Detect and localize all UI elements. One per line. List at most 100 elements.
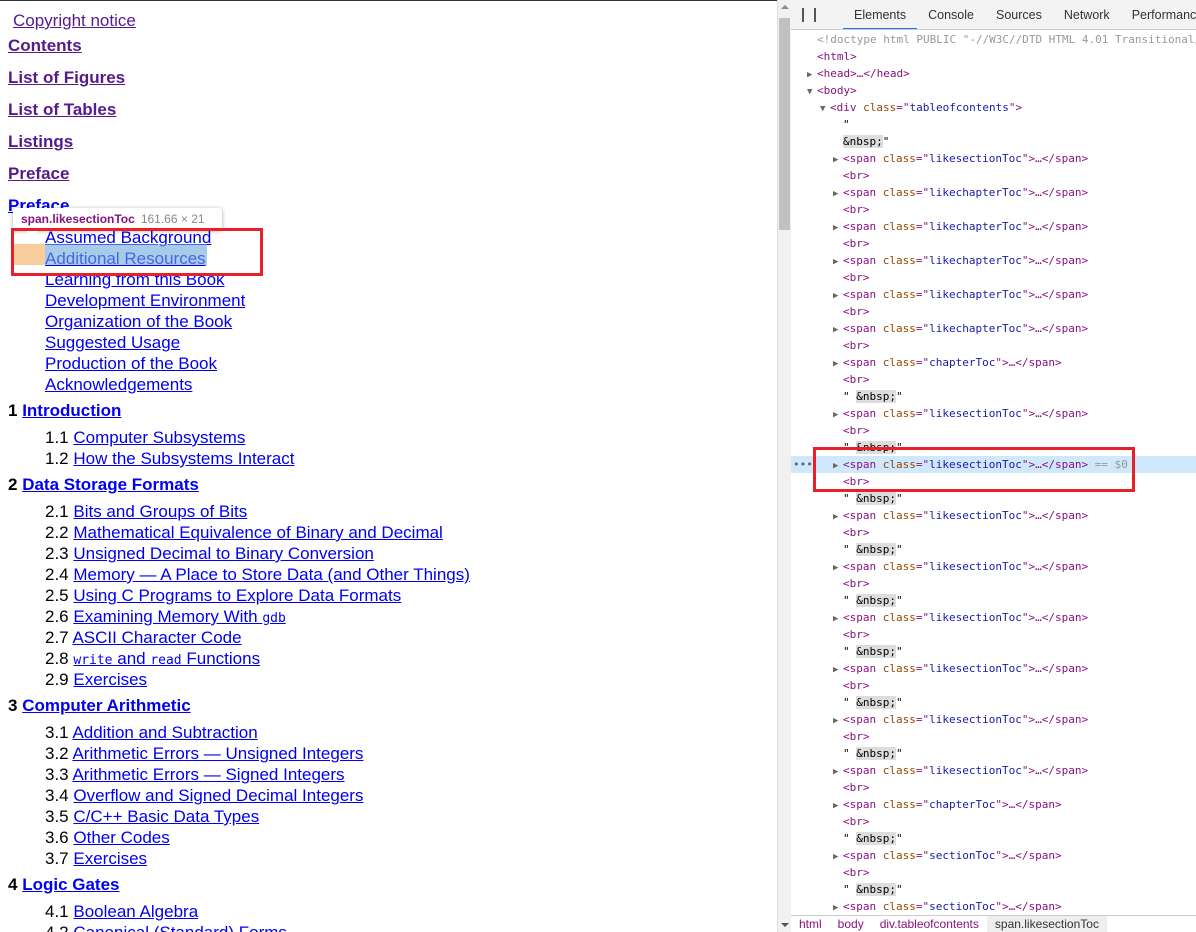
- dom-node[interactable]: ▶ <head>…</head>: [791, 65, 1196, 82]
- dom-node[interactable]: " &nbsp;": [791, 643, 1196, 660]
- toc-section-link[interactable]: C/C++ Basic Data Types: [73, 807, 259, 826]
- dom-node[interactable]: ▶ <span class="chapterToc">…</span>: [791, 354, 1196, 371]
- dom-node[interactable]: <br>: [791, 167, 1196, 184]
- dom-node[interactable]: " &nbsp;": [791, 388, 1196, 405]
- toc-section-link[interactable]: Canonical (Standard) Forms: [73, 923, 287, 932]
- scroll-up-icon[interactable]: [781, 5, 789, 9]
- collapse-triangle-icon[interactable]: ▶: [833, 900, 843, 915]
- toc-section-link[interactable]: Production of the Book: [45, 354, 217, 373]
- tab-sources[interactable]: Sources: [985, 0, 1053, 29]
- toc-section-link[interactable]: Suggested Usage: [45, 333, 180, 352]
- dom-node[interactable]: ▼ <body>: [791, 82, 1196, 99]
- page-scrollbar[interactable]: [777, 0, 791, 932]
- dom-node[interactable]: " &nbsp;": [791, 745, 1196, 762]
- dom-node[interactable]: <br>: [791, 813, 1196, 830]
- toc-link[interactable]: List of Tables: [8, 100, 116, 119]
- dom-node[interactable]: <br>: [791, 337, 1196, 354]
- dom-node[interactable]: ▶ <span class="likesectionToc">…</span>: [791, 558, 1196, 575]
- dom-node[interactable]: <br>: [791, 728, 1196, 745]
- tab-performance[interactable]: Performance: [1121, 0, 1196, 29]
- dom-node[interactable]: <br>: [791, 626, 1196, 643]
- dom-node[interactable]: <br>: [791, 524, 1196, 541]
- dom-node[interactable]: <br>: [791, 235, 1196, 252]
- dom-node[interactable]: <br>: [791, 779, 1196, 796]
- toc-section-link[interactable]: Overflow and Signed Decimal Integers: [73, 786, 363, 805]
- device-toolbar-icon[interactable]: [814, 7, 816, 22]
- toc-section-link[interactable]: Unsigned Decimal to Binary Conversion: [73, 544, 373, 563]
- toc-section-link[interactable]: Development Environment: [45, 291, 245, 310]
- toc-section-link[interactable]: How the Subsystems Interact: [73, 449, 294, 468]
- toc-section-link[interactable]: Using C Programs to Explore Data Formats: [73, 586, 401, 605]
- breadcrumb-item[interactable]: html: [791, 916, 830, 932]
- chapter-link[interactable]: Introduction: [22, 401, 121, 420]
- dom-node[interactable]: ▶ <span class="likesectionToc">…</span>: [791, 660, 1196, 677]
- toc-section-link[interactable]: Other Codes: [73, 828, 169, 847]
- toc-section-link[interactable]: Examining Memory With gdb: [73, 607, 285, 626]
- toc-link[interactable]: Listings: [8, 132, 73, 151]
- toc-section-link[interactable]: Acknowledgements: [45, 375, 192, 394]
- toc-section-link[interactable]: Arithmetic Errors — Unsigned Integers: [72, 744, 363, 763]
- dom-node[interactable]: ▶ <span class="sectionToc">…</span>: [791, 898, 1196, 915]
- toc-section-link[interactable]: Addition and Subtraction: [72, 723, 257, 742]
- dom-node[interactable]: " &nbsp;": [791, 592, 1196, 609]
- toc-section-link[interactable]: Exercises: [73, 670, 147, 689]
- copyright-link[interactable]: Copyright notice: [13, 11, 136, 30]
- breadcrumb-item[interactable]: div.tableofcontents: [872, 916, 987, 932]
- toc-section-link[interactable]: Computer Subsystems: [73, 428, 245, 447]
- toc-section-link[interactable]: ASCII Character Code: [72, 628, 241, 647]
- toc-section-link[interactable]: Exercises: [73, 849, 147, 868]
- inspect-element-icon[interactable]: [802, 7, 804, 22]
- dom-node[interactable]: <br>: [791, 677, 1196, 694]
- dom-node[interactable]: <br>: [791, 864, 1196, 881]
- toc-section-link[interactable]: Arithmetic Errors — Signed Integers: [72, 765, 344, 784]
- chapter-link[interactable]: Data Storage Formats: [22, 475, 199, 494]
- toc-link[interactable]: Contents: [8, 36, 82, 55]
- dom-node[interactable]: ▶ <span class="likechapterToc">…</span>: [791, 320, 1196, 337]
- toc-section-link[interactable]: Memory — A Place to Store Data (and Othe…: [73, 565, 470, 584]
- scroll-down-icon[interactable]: [781, 923, 789, 927]
- breadcrumb-item[interactable]: body: [830, 916, 872, 932]
- breadcrumb-item[interactable]: span.likesectionToc: [986, 916, 1107, 932]
- dom-node[interactable]: ▶ <span class="likesectionToc">…</span>: [791, 711, 1196, 728]
- dom-node[interactable]: " &nbsp;": [791, 881, 1196, 898]
- dom-node[interactable]: " &nbsp;": [791, 490, 1196, 507]
- tab-network[interactable]: Network: [1053, 0, 1121, 29]
- tab-elements[interactable]: Elements: [843, 0, 918, 29]
- dom-node[interactable]: " &nbsp;": [791, 830, 1196, 847]
- dom-node[interactable]: &nbsp;": [791, 133, 1196, 150]
- dom-node[interactable]: <br>: [791, 371, 1196, 388]
- dom-node[interactable]: ▶ <span class="likechapterToc">…</span>: [791, 252, 1196, 269]
- dom-node[interactable]: ▶ <span class="likesectionToc">…</span>: [791, 507, 1196, 524]
- dom-node[interactable]: <br>: [791, 269, 1196, 286]
- tab-console[interactable]: Console: [917, 0, 985, 29]
- dom-node[interactable]: ▶ <span class="likechapterToc">…</span>: [791, 218, 1196, 235]
- dom-node[interactable]: <br>: [791, 303, 1196, 320]
- dom-node[interactable]: ▶ <span class="chapterToc">…</span>: [791, 796, 1196, 813]
- dom-node[interactable]: " &nbsp;": [791, 694, 1196, 711]
- toc-section-link[interactable]: Boolean Algebra: [73, 902, 198, 921]
- toc-section-link[interactable]: Organization of the Book: [45, 312, 232, 331]
- dom-node[interactable]: ▶ <span class="likechapterToc">…</span>: [791, 184, 1196, 201]
- dom-node[interactable]: ▶ <span class="likesectionToc">…</span>: [791, 609, 1196, 626]
- dom-node[interactable]: " &nbsp;": [791, 541, 1196, 558]
- toc-section-link[interactable]: Mathematical Equivalence of Binary and D…: [73, 523, 442, 542]
- dom-node[interactable]: ▶ <span class="likesectionToc">…</span>: [791, 150, 1196, 167]
- dom-node[interactable]: <br>: [791, 575, 1196, 592]
- toc-link[interactable]: Preface: [8, 164, 69, 183]
- dom-node[interactable]: ▶ <span class="likechapterToc">…</span>: [791, 286, 1196, 303]
- chapter-link[interactable]: Computer Arithmetic: [22, 696, 190, 715]
- scrollbar-thumb[interactable]: [779, 18, 790, 230]
- dom-node[interactable]: ▶ <span class="likesectionToc">…</span>: [791, 405, 1196, 422]
- dom-node[interactable]: ▼ <div class="tableofcontents">: [791, 99, 1196, 116]
- dom-node[interactable]: ▶ <span class="sectionToc">…</span>: [791, 847, 1196, 864]
- dom-node[interactable]: <html>: [791, 48, 1196, 65]
- dom-node[interactable]: ": [791, 116, 1196, 133]
- dom-node[interactable]: <br>: [791, 201, 1196, 218]
- toc-section-link[interactable]: write and read Functions: [73, 649, 260, 668]
- dom-node[interactable]: ▶ <span class="likesectionToc">…</span>: [791, 762, 1196, 779]
- dom-node[interactable]: <br>: [791, 422, 1196, 439]
- toc-link[interactable]: List of Figures: [8, 68, 125, 87]
- chapter-link[interactable]: Logic Gates: [22, 875, 119, 894]
- dom-node[interactable]: <!doctype html PUBLIC "-//W3C//DTD HTML …: [791, 31, 1196, 48]
- toc-section-link[interactable]: Bits and Groups of Bits: [73, 502, 247, 521]
